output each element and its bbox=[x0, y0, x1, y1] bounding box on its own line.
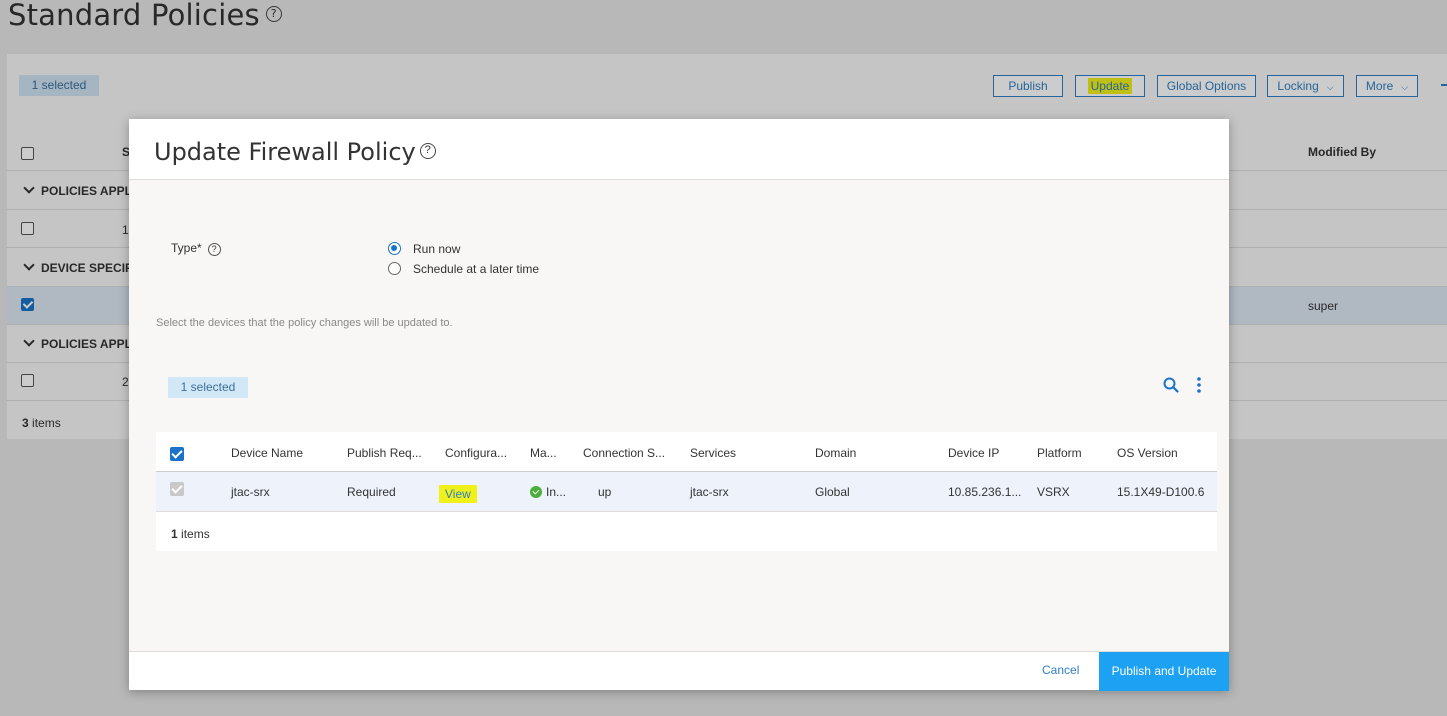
table-row[interactable]: jtac-srx Required View In... up jtac-srx… bbox=[156, 472, 1217, 512]
select-all-devices-checkbox[interactable] bbox=[170, 447, 184, 461]
status-ok-icon bbox=[530, 486, 542, 498]
update-firewall-policy-dialog: Update Firewall Policy? Type*? Run now S… bbox=[129, 119, 1229, 691]
cell-device-ip: 10.85.236.1... bbox=[948, 485, 1022, 499]
device-selected-badge: 1 selected bbox=[168, 377, 248, 398]
search-icon[interactable] bbox=[1162, 376, 1180, 394]
publish-and-update-button[interactable]: Publish and Update bbox=[1099, 652, 1229, 691]
help-icon[interactable]: ? bbox=[419, 143, 436, 159]
cell-os-version: 15.1X49-D100.6 bbox=[1117, 485, 1205, 499]
dialog-footer: Cancel Publish and Update bbox=[129, 651, 1229, 691]
device-selection-hint: Select the devices that the policy chang… bbox=[156, 317, 453, 329]
column-header[interactable]: Connection S... bbox=[583, 446, 665, 460]
device-grid: Device Name Publish Req... Configura... … bbox=[156, 432, 1217, 551]
column-header[interactable]: Device IP bbox=[948, 446, 999, 460]
column-header[interactable]: OS Version bbox=[1117, 446, 1178, 460]
cancel-button[interactable]: Cancel bbox=[1042, 663, 1079, 677]
cell-services: jtac-srx bbox=[690, 485, 729, 499]
column-header[interactable]: Device Name bbox=[231, 446, 303, 460]
cell-connection-status: up bbox=[598, 485, 612, 499]
cell-publish-required: Required bbox=[347, 485, 396, 499]
dialog-title: Update Firewall Policy? bbox=[154, 138, 436, 166]
column-header[interactable]: Ma... bbox=[530, 446, 557, 460]
column-header[interactable]: Configura... bbox=[445, 446, 507, 460]
more-options-icon[interactable] bbox=[1194, 376, 1204, 394]
schedule-later-label[interactable]: Schedule at a later time bbox=[413, 262, 539, 276]
cell-device-name: jtac-srx bbox=[231, 485, 270, 499]
row-checkbox bbox=[170, 482, 184, 496]
device-grid-header: Device Name Publish Req... Configura... … bbox=[156, 432, 1217, 472]
cell-platform: VSRX bbox=[1037, 485, 1070, 499]
device-grid-footer: 1 items bbox=[171, 527, 210, 541]
column-header[interactable]: Publish Req... bbox=[347, 446, 422, 460]
schedule-later-radio[interactable] bbox=[388, 262, 401, 275]
view-config-link[interactable]: View bbox=[439, 485, 477, 503]
type-field-label: Type*? bbox=[171, 241, 221, 256]
column-header[interactable]: Domain bbox=[815, 446, 856, 460]
cell-domain: Global bbox=[815, 485, 850, 499]
column-header[interactable]: Platform bbox=[1037, 446, 1082, 460]
run-now-radio[interactable] bbox=[388, 242, 401, 255]
help-icon[interactable]: ? bbox=[207, 243, 221, 256]
cell-management-status: In... bbox=[530, 485, 566, 499]
column-header[interactable]: Services bbox=[690, 446, 736, 460]
run-now-label[interactable]: Run now bbox=[413, 242, 460, 256]
dialog-header: Update Firewall Policy? bbox=[129, 119, 1229, 180]
